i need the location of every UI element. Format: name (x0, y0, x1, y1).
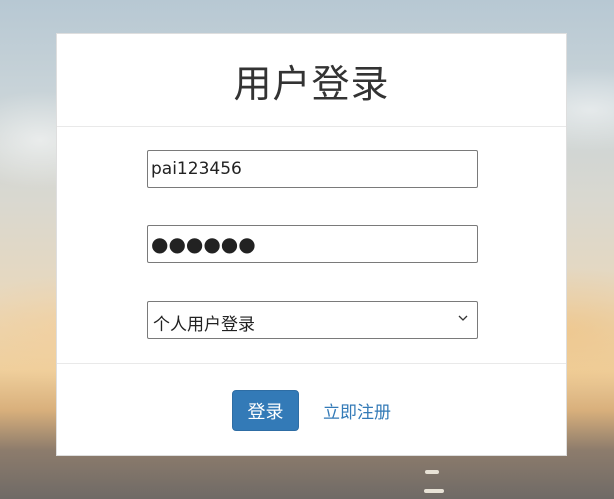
username-input[interactable] (147, 150, 478, 188)
chevron-down-icon (458, 315, 468, 321)
road-marking (424, 489, 444, 493)
account-type-select[interactable]: 个人用户登录 (147, 301, 478, 339)
login-button-label: 登录 (247, 401, 284, 423)
footer-divider (57, 363, 566, 364)
login-panel-header: 用户登录 (57, 34, 566, 127)
page-title: 用户登录 (233, 61, 390, 106)
login-button[interactable]: 登录 (232, 390, 299, 431)
password-masked-value: ●●●●●● (151, 232, 256, 256)
password-input[interactable]: ●●●●●● (147, 225, 478, 263)
account-type-selected-value: 个人用户登录 (153, 315, 255, 335)
road-marking (425, 470, 439, 474)
login-panel: 用户登录 ●●●●●● 个人用户登录 登录 立即注册 (56, 33, 567, 456)
register-link[interactable]: 立即注册 (323, 398, 391, 423)
